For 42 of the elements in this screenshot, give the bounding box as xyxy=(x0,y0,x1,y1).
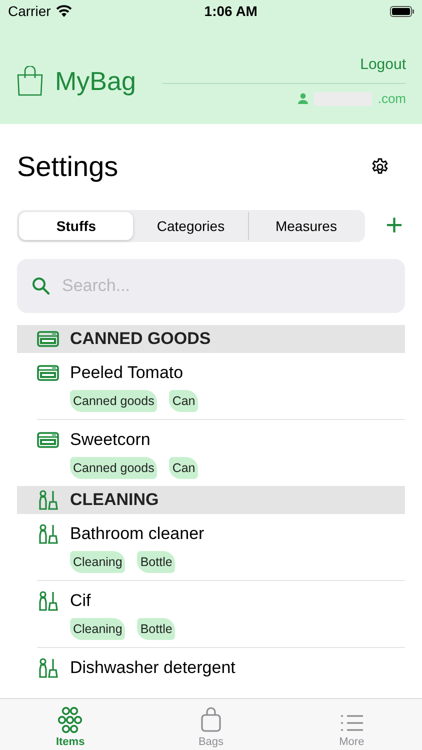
tag: Can xyxy=(169,390,198,412)
clock: 1:06 AM xyxy=(204,3,258,19)
app-name: MyBag xyxy=(55,66,136,96)
logout-link[interactable]: Logout xyxy=(360,56,406,73)
page-title: Settings xyxy=(17,151,118,183)
item-name[interactable]: Dishwasher detergent xyxy=(70,658,236,678)
cleaning-icon xyxy=(37,591,59,611)
email-suffix: .com xyxy=(378,91,406,106)
tab-bar-item[interactable]: Items xyxy=(0,699,141,750)
bag-icon xyxy=(200,707,222,733)
tag: Can xyxy=(169,457,198,479)
cleaning-icon xyxy=(37,490,59,510)
can-icon xyxy=(37,331,59,347)
cleaning-icon xyxy=(37,658,59,678)
circles-icon xyxy=(57,707,84,733)
tag: Bottle xyxy=(137,618,176,640)
search-icon xyxy=(32,277,50,295)
can-icon xyxy=(37,365,59,381)
tag: Bottle xyxy=(137,551,176,573)
battery-icon xyxy=(390,6,414,16)
add-button[interactable]: + xyxy=(383,212,405,240)
cleaning-icon xyxy=(37,524,59,544)
section-title: CANNED GOODS xyxy=(70,329,211,349)
bag-logo-icon xyxy=(17,66,43,96)
settings-icon[interactable] xyxy=(371,158,389,176)
section-title: CLEANING xyxy=(70,490,159,510)
tag: Cleaning xyxy=(70,618,126,640)
can-icon xyxy=(37,432,59,448)
tag: Canned goods xyxy=(70,390,158,412)
item-name[interactable]: Peeled Tomato xyxy=(70,363,184,383)
carrier-label: Carrier xyxy=(8,3,51,19)
segment-tab[interactable]: Stuffs xyxy=(19,212,134,240)
segment-tab[interactable]: Categories xyxy=(133,212,248,240)
tag: Cleaning xyxy=(70,551,126,573)
segment-tab[interactable]: Measures xyxy=(248,212,364,240)
item-name[interactable]: Sweetcorn xyxy=(70,430,150,450)
person-icon xyxy=(298,93,308,104)
item-name[interactable]: Bathroom cleaner xyxy=(70,524,204,544)
wifi-icon xyxy=(56,5,72,17)
item-name[interactable]: Cif xyxy=(70,591,91,611)
tag: Canned goods xyxy=(70,457,158,479)
list-icon xyxy=(340,713,364,733)
